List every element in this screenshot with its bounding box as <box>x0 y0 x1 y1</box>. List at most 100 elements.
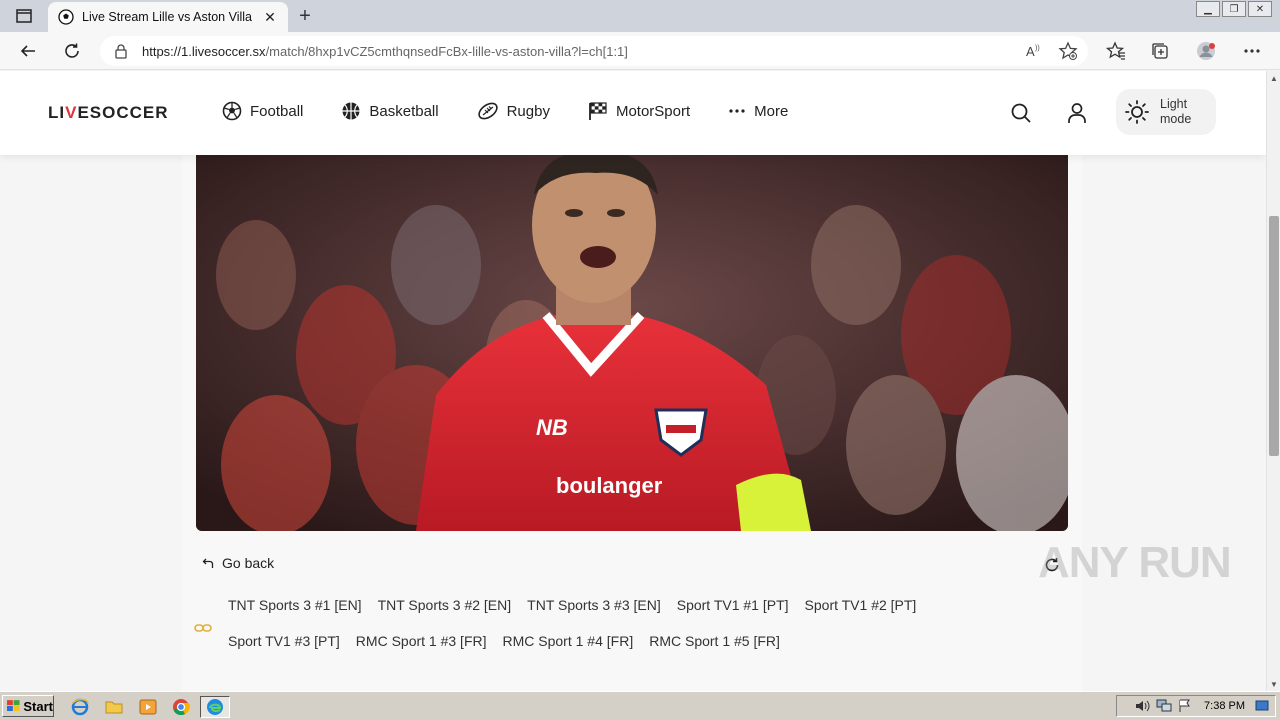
nav-item-motorsport[interactable]: MotorSport <box>588 101 690 121</box>
channel-link[interactable]: RMC Sport 1 #5 [FR] <box>649 631 780 651</box>
system-tray: 7:38 PM <box>1116 695 1276 717</box>
settings-menu-button[interactable] <box>1238 38 1266 64</box>
go-back-button[interactable]: Go back <box>202 555 274 571</box>
user-icon <box>1068 103 1086 123</box>
scroll-up-icon[interactable]: ▲ <box>1267 71 1280 85</box>
back-button[interactable] <box>14 38 42 64</box>
nav-item-football[interactable]: Football <box>222 101 303 121</box>
channel-link[interactable]: Sport TV1 #2 [PT] <box>805 595 917 615</box>
player-controls-row: Go back <box>202 553 1064 577</box>
close-window-icon[interactable]: ✕ <box>1248 1 1272 17</box>
add-favorite-icon[interactable] <box>1058 41 1078 61</box>
windows-logo-icon <box>7 700 20 712</box>
scroll-down-icon[interactable]: ▼ <box>1267 677 1280 691</box>
channel-link[interactable]: Sport TV1 #3 [PT] <box>228 631 340 651</box>
read-aloud-icon[interactable]: A)) <box>1024 41 1044 61</box>
anyrun-watermark: ANY RUN <box>1038 538 1232 587</box>
channel-link[interactable]: TNT Sports 3 #2 [EN] <box>378 595 512 615</box>
internet-explorer-icon <box>71 698 89 716</box>
logo-text-end: ESOCCER <box>77 103 169 122</box>
soccer-ball-favicon-icon <box>58 9 74 25</box>
address-bar-actions: A)) <box>1024 41 1078 61</box>
account-button[interactable] <box>1064 100 1090 126</box>
taskbar-media-button[interactable] <box>136 696 160 718</box>
scrollbar-thumb[interactable] <box>1269 216 1279 456</box>
svg-text:A: A <box>1026 44 1035 59</box>
tab-actions-button[interactable] <box>10 6 38 26</box>
browser-toolbar: https://1.livesoccer.sx/match/8hxp1vCZ5c… <box>0 32 1280 70</box>
folder-icon <box>105 701 123 714</box>
taskbar-explorer-button[interactable] <box>102 696 126 718</box>
taskbar-ie-button[interactable] <box>68 696 92 718</box>
basketball-icon <box>342 102 360 120</box>
channel-link[interactable]: Sport TV1 #1 [PT] <box>677 595 789 615</box>
nav-item-basketball[interactable]: Basketball <box>341 101 439 121</box>
collections-button[interactable] <box>1146 38 1174 64</box>
action-center-flag-icon[interactable] <box>1178 699 1192 713</box>
svg-text:)): )) <box>1035 45 1040 52</box>
site-logo[interactable]: LIVESOCCER <box>48 103 169 123</box>
profile-button[interactable] <box>1192 38 1220 64</box>
channel-link[interactable]: TNT Sports 3 #3 [EN] <box>527 595 661 615</box>
window-controls: ▁ ❐ ✕ <box>1196 0 1272 17</box>
tab-title: Live Stream Lille vs Aston Villa - L <box>82 10 254 24</box>
tab-actions-icon <box>16 9 32 23</box>
rugby-icon <box>477 102 498 120</box>
link-icon <box>194 624 212 632</box>
tab-close-icon[interactable]: ✕ <box>262 9 278 25</box>
media-player-icon <box>139 699 157 715</box>
url-path: /match/8hxp1vCZ5cmthqnsedFcBx-lille-vs-a… <box>265 43 628 59</box>
more-dots-icon <box>729 109 745 113</box>
search-button[interactable] <box>1008 100 1034 126</box>
network-icon[interactable] <box>1156 699 1172 713</box>
page-scrollbar[interactable]: ▲ ▼ <box>1266 71 1280 691</box>
volume-icon[interactable] <box>1134 699 1150 713</box>
video-player[interactable]: NB boulanger <box>196 155 1068 531</box>
start-button[interactable]: Start <box>2 695 54 717</box>
browser-tab-bar: Live Stream Lille vs Aston Villa - L ✕ +… <box>0 0 1280 32</box>
taskbar-chrome-button[interactable] <box>169 696 193 718</box>
nav-label-more: More <box>754 102 789 120</box>
football-icon <box>222 101 242 121</box>
logo-text-start: LI <box>48 103 66 122</box>
new-tab-button[interactable]: + <box>294 5 316 27</box>
sun-icon <box>1125 100 1149 124</box>
channel-link[interactable]: TNT Sports 3 #1 [EN] <box>228 595 362 615</box>
favorites-button[interactable] <box>1102 38 1130 64</box>
logo-text-accent: V <box>65 103 78 122</box>
nav-label-basketball: Basketball <box>369 102 439 120</box>
show-desktop-icon[interactable] <box>1255 700 1269 712</box>
channel-link[interactable]: RMC Sport 1 #3 [FR] <box>356 631 487 651</box>
channel-list: TNT Sports 3 #1 [EN] TNT Sports 3 #2 [EN… <box>228 595 988 651</box>
stream-frame-image: NB boulanger <box>196 155 1068 531</box>
search-icon <box>1011 103 1031 123</box>
nav-label-football: Football <box>250 102 304 120</box>
main-nav: Football Basketball Rugby MotorSport Mor… <box>222 101 788 121</box>
restore-window-icon[interactable]: ❐ <box>1222 1 1246 17</box>
main-content: NB boulanger Go back TNT Sports 3 #1 [EN… <box>182 155 1082 691</box>
nav-label-motorsport: MotorSport <box>615 102 691 120</box>
reload-icon <box>65 43 79 58</box>
go-back-label: Go back <box>222 555 275 571</box>
back-arrow-icon <box>20 45 35 57</box>
nav-item-rugby[interactable]: Rugby <box>477 101 550 121</box>
return-arrow-icon <box>202 558 214 568</box>
lock-icon[interactable] <box>114 43 128 59</box>
profile-avatar-icon <box>1197 42 1215 60</box>
minimize-window-icon[interactable]: ▁ <box>1196 1 1220 17</box>
site-header: LIVESOCCER Football Basketball Rugby Mot… <box>0 71 1266 155</box>
taskbar-edge-button[interactable] <box>200 696 230 718</box>
url-text[interactable]: https://1.livesoccer.sx/match/8hxp1vCZ5c… <box>142 44 628 59</box>
nav-item-more[interactable]: More <box>728 101 788 121</box>
light-mode-label: Light mode <box>1160 97 1192 126</box>
light-mode-toggle[interactable]: Light mode <box>1116 89 1216 135</box>
address-bar[interactable]: https://1.livesoccer.sx/match/8hxp1vCZ5c… <box>100 36 1088 66</box>
taskbar-clock[interactable]: 7:38 PM <box>1204 700 1245 712</box>
channel-link[interactable]: RMC Sport 1 #4 [FR] <box>503 631 634 651</box>
start-label: Start <box>23 698 53 714</box>
favorites-star-icon <box>1106 41 1125 60</box>
windows-taskbar: Start 7:38 PM <box>0 691 1280 720</box>
edge-icon <box>207 699 223 715</box>
browser-tab-active[interactable]: Live Stream Lille vs Aston Villa - L ✕ <box>48 2 288 32</box>
reload-button[interactable] <box>58 38 86 64</box>
